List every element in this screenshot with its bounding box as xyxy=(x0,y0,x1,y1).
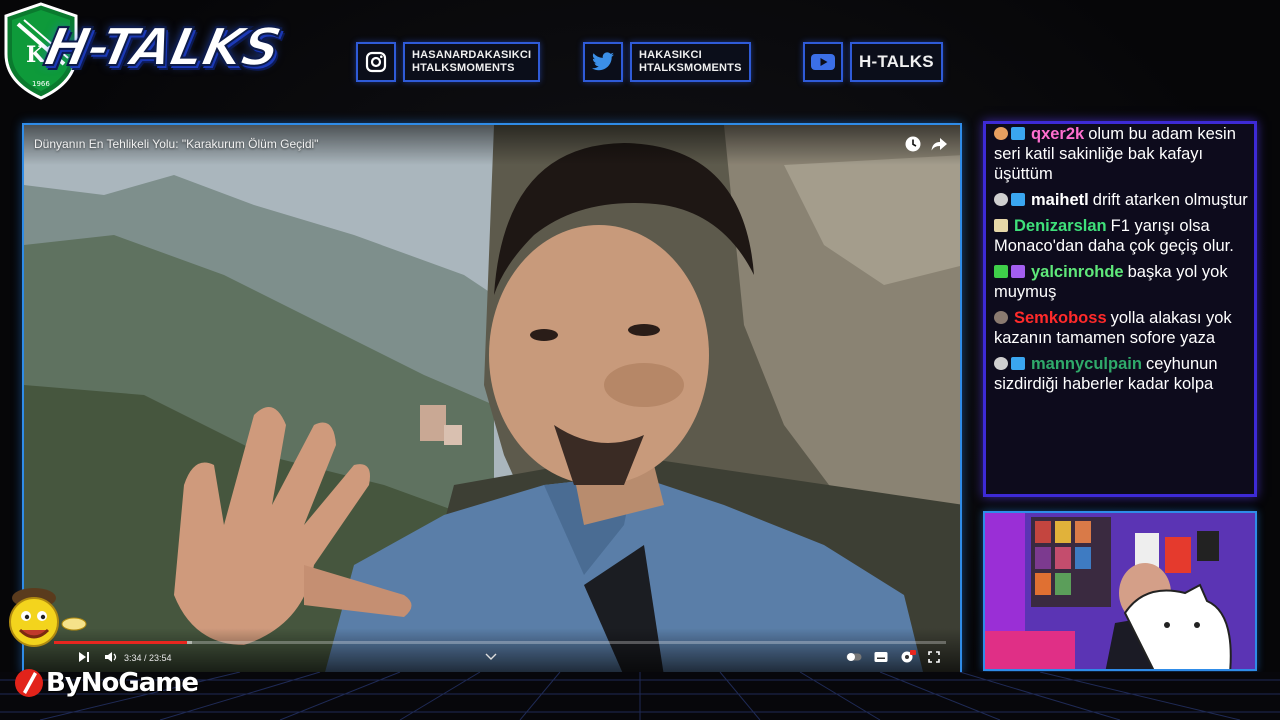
brand-logo: H-TALKS xyxy=(36,17,303,96)
autoplay-toggle-icon[interactable] xyxy=(846,650,862,664)
chat-message: maihetl drift atarken olmuştur xyxy=(994,190,1250,210)
video-player[interactable]: Dünyanın En Tehlikeli Yolu: "Karakurum Ö… xyxy=(22,123,962,674)
webcam-image xyxy=(985,513,1255,669)
twitter-handle-1: HAKASIKCI xyxy=(639,49,702,61)
social-twitter: HAKASIKCI HTALKSMOMENTS xyxy=(583,42,751,82)
chat-message: qxer2k olum bu adam kesin seri katil saki… xyxy=(994,124,1250,184)
sponsor-name: ByNoGame xyxy=(46,668,199,698)
bits-badge-icon xyxy=(994,357,1008,370)
crown-badge-icon xyxy=(1011,193,1025,206)
watch-later-icon[interactable] xyxy=(904,135,922,153)
crown-badge-icon xyxy=(1011,357,1025,370)
chat-message-text: drift atarken olmuştur xyxy=(1092,191,1248,209)
chat-username[interactable]: Denizarslan xyxy=(1014,217,1107,235)
video-frame-image xyxy=(24,125,960,672)
chat-username[interactable]: yalcinrohde xyxy=(1031,263,1124,281)
orange-dot-badge-icon xyxy=(994,127,1008,140)
bits-badge-icon xyxy=(994,193,1008,206)
chevron-down-icon[interactable] xyxy=(485,650,497,664)
webcam-feed xyxy=(983,511,1257,671)
subtitles-icon[interactable] xyxy=(874,650,888,664)
social-instagram: HASANARDAKASIKCI HTALKSMOMENTS xyxy=(356,42,541,82)
twitter-handle-box: HAKASIKCI HTALKSMOMENTS xyxy=(630,42,751,82)
chat-username[interactable]: qxer2k xyxy=(1031,125,1084,143)
bynogame-logo-icon xyxy=(15,669,43,697)
fullscreen-icon[interactable] xyxy=(928,650,940,664)
twitter-icon xyxy=(583,42,623,82)
chat-username[interactable]: Semkoboss xyxy=(1014,309,1107,327)
subscriber-badge-icon xyxy=(1011,265,1025,278)
sponsor-logo: ByNoGame xyxy=(14,660,199,706)
instagram-handle-1: HASANARDAKASIKCI xyxy=(412,49,532,61)
hamburger-badge-icon xyxy=(994,219,1008,232)
chat-message: yalcinrohde başka yol yok muymuş xyxy=(994,262,1250,302)
instagram-handle-2: HTALKSMOMENTS xyxy=(412,62,515,74)
chat-panel: qxer2k olum bu adam kesin seri katil saki… xyxy=(983,121,1257,497)
share-icon[interactable] xyxy=(930,135,948,153)
social-youtube: H-TALKS xyxy=(803,42,943,82)
mascot-emoji-icon xyxy=(9,588,87,647)
youtube-handle: H-TALKS xyxy=(859,52,934,71)
brand-title-text: H-TALKS xyxy=(39,17,287,79)
video-progress-bar[interactable] xyxy=(54,641,946,644)
twitter-handle-2: HTALKSMOMENTS xyxy=(639,62,742,74)
chat-message: Denizarslan F1 yarışı olsa Monaco'dan dah… xyxy=(994,216,1250,256)
chat-message: mannyculpain ceyhunun sizdirdiği haberler… xyxy=(994,354,1250,394)
figure-badge-icon xyxy=(994,311,1008,324)
sword-badge-icon xyxy=(994,265,1008,278)
instagram-handle-box: HASANARDAKASIKCI HTALKSMOMENTS xyxy=(403,42,541,82)
chat-username[interactable]: maihetl xyxy=(1031,191,1089,209)
instagram-icon xyxy=(356,42,396,82)
youtube-handle-box: H-TALKS xyxy=(850,42,943,82)
youtube-icon xyxy=(803,42,843,82)
settings-icon[interactable] xyxy=(900,650,916,664)
video-title: Dünyanın En Tehlikeli Yolu: "Karakurum Ö… xyxy=(34,137,319,151)
chat-message: Semkoboss yolla alakası yok kazanın tamam… xyxy=(994,308,1250,348)
stream-overlay: KS 1966 H-TALKS HASANARDAKASIKCI HTALKSM… xyxy=(0,0,1280,720)
crown-badge-icon xyxy=(1011,127,1025,140)
chat-username[interactable]: mannyculpain xyxy=(1031,355,1142,373)
